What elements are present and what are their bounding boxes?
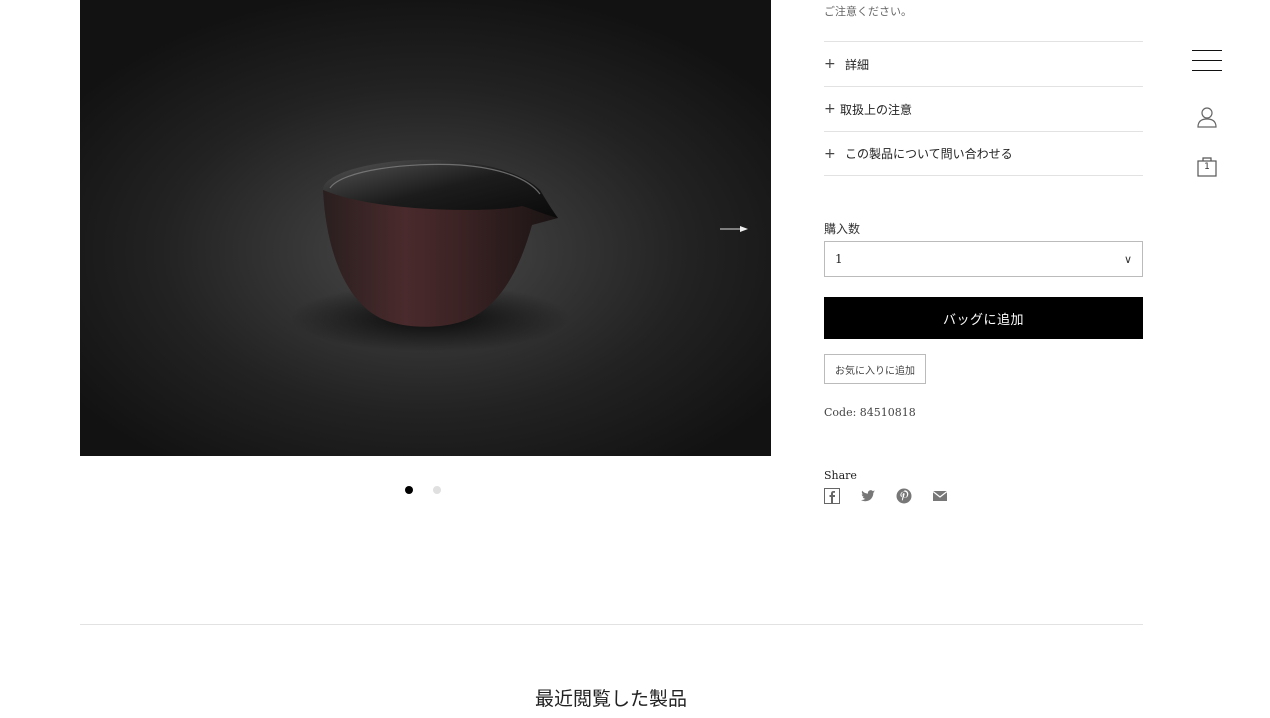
section-divider [80, 624, 1143, 625]
accordion-inquiry-label: この製品について問い合わせる [845, 147, 1013, 161]
next-arrow-icon[interactable] [716, 220, 752, 238]
quantity-value: 1 [835, 252, 843, 266]
share-icons [824, 488, 948, 504]
facebook-icon[interactable] [824, 488, 840, 504]
plus-icon: + [824, 56, 836, 72]
plus-icon: + [824, 145, 836, 162]
hamburger-menu-icon[interactable] [1192, 50, 1222, 72]
product-image[interactable] [80, 0, 771, 456]
accordion-handling-label: 取扱上の注意 [840, 102, 913, 117]
accordion-details[interactable]: + 詳細 [824, 41, 1143, 86]
accordion-handling[interactable]: + 取扱上の注意 [824, 86, 1143, 131]
accordion-details-label: 詳細 [845, 57, 870, 72]
caution-text: ご注意ください。 [824, 5, 912, 18]
plus-icon: + [824, 101, 836, 117]
mail-icon[interactable] [932, 488, 948, 504]
recently-viewed-title: 最近閲覧した製品 [534, 688, 687, 710]
carousel-dots [405, 486, 441, 494]
accordion-inquiry[interactable]: + この製品について問い合わせる [824, 131, 1143, 176]
twitter-icon[interactable] [860, 488, 876, 504]
product-cup-illustration [290, 159, 570, 352]
carousel-dot-2[interactable] [433, 486, 441, 494]
product-code: Code: 84510818 [824, 406, 916, 419]
bag-count-badge: 1 [1204, 162, 1210, 172]
add-to-favorites-button[interactable]: お気に入りに追加 [824, 354, 926, 384]
carousel-dot-1[interactable] [405, 486, 413, 494]
quantity-label: 購入数 [824, 222, 861, 236]
chevron-down-icon: ∨ [1123, 252, 1132, 266]
user-account-icon[interactable] [1197, 106, 1217, 128]
quantity-select[interactable]: 1 ∨ [824, 241, 1143, 277]
add-to-bag-button[interactable]: バッグに追加 [824, 297, 1143, 339]
shopping-bag-icon[interactable]: 1 [1197, 155, 1217, 177]
pinterest-icon[interactable] [896, 488, 912, 504]
share-label: Share [824, 469, 857, 482]
